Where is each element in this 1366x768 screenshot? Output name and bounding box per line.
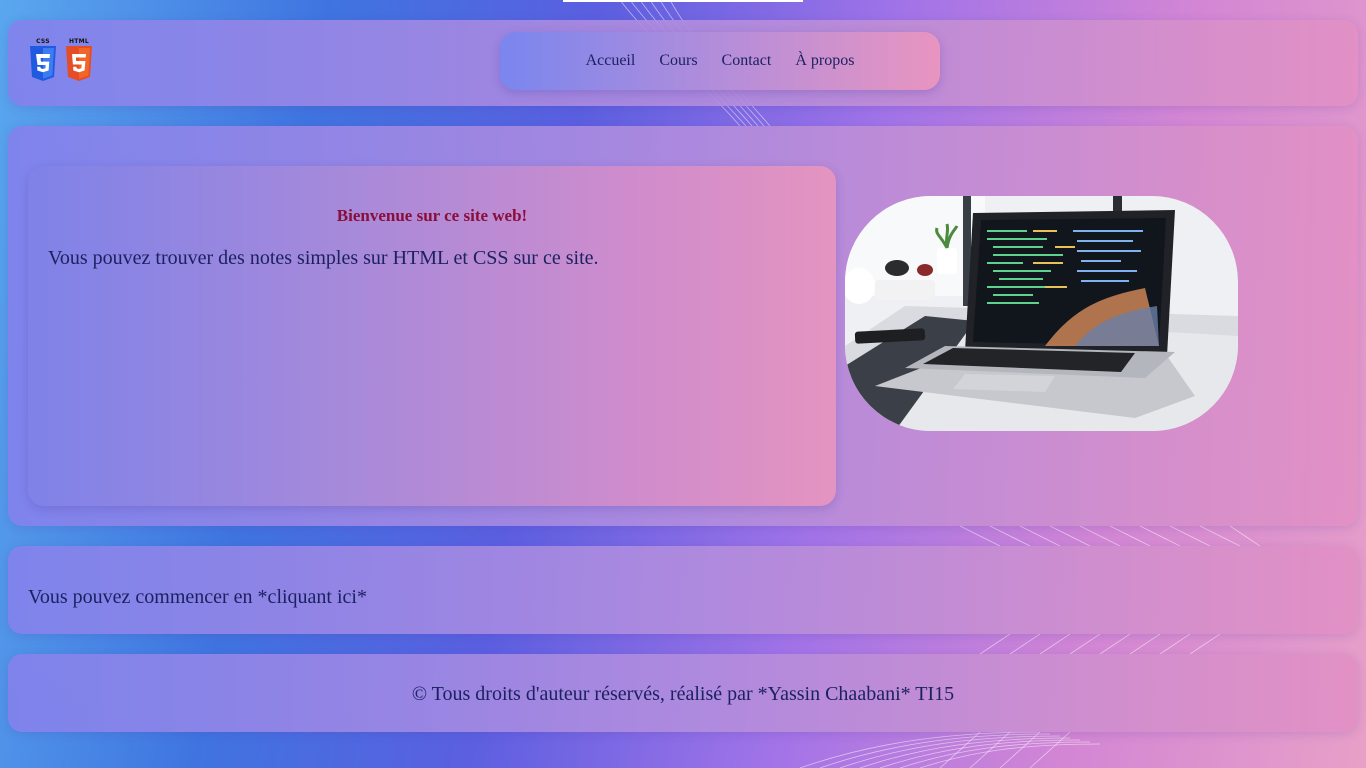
copyright-text: © Tous droits d'auteur réservés, réalisé…: [411, 683, 955, 705]
main-navbar: Accueil Cours Contact À propos: [500, 32, 940, 90]
site-footer: © Tous droits d'auteur réservés, réalisé…: [8, 654, 1358, 732]
laptop-illustration: [845, 196, 1238, 431]
welcome-card: Bienvenue sur ce site web! Vous pouvez t…: [28, 166, 836, 506]
html5-shield-icon: [66, 46, 92, 81]
css-logo-label: CSS: [36, 38, 50, 45]
nav-link-cours[interactable]: Cours: [659, 52, 697, 70]
nav-link-accueil[interactable]: Accueil: [586, 52, 636, 70]
welcome-text: Vous pouvez trouver des notes simples su…: [48, 247, 599, 269]
nav-link-contact[interactable]: Contact: [722, 52, 772, 70]
start-section: Vous pouvez commencer en *cliquant ici*: [8, 546, 1358, 634]
nav-link-a-propos[interactable]: À propos: [795, 52, 854, 70]
site-header: CSS HTML Accueil Cours Contact À propos: [8, 20, 1358, 106]
html-logo: HTML: [64, 38, 94, 82]
main-section: Bienvenue sur ce site web! Vous pouvez t…: [8, 126, 1358, 526]
css-logo: CSS: [28, 38, 58, 82]
welcome-title: Bienvenue sur ce site web!: [336, 206, 528, 225]
html-logo-label: HTML: [68, 38, 90, 45]
laptop-code-photo: [845, 196, 1238, 431]
start-link[interactable]: Vous pouvez commencer en *cliquant ici*: [28, 586, 367, 609]
tech-logos: CSS HTML: [28, 38, 94, 82]
top-strip: [563, 0, 803, 2]
css3-shield-icon: [30, 46, 56, 81]
